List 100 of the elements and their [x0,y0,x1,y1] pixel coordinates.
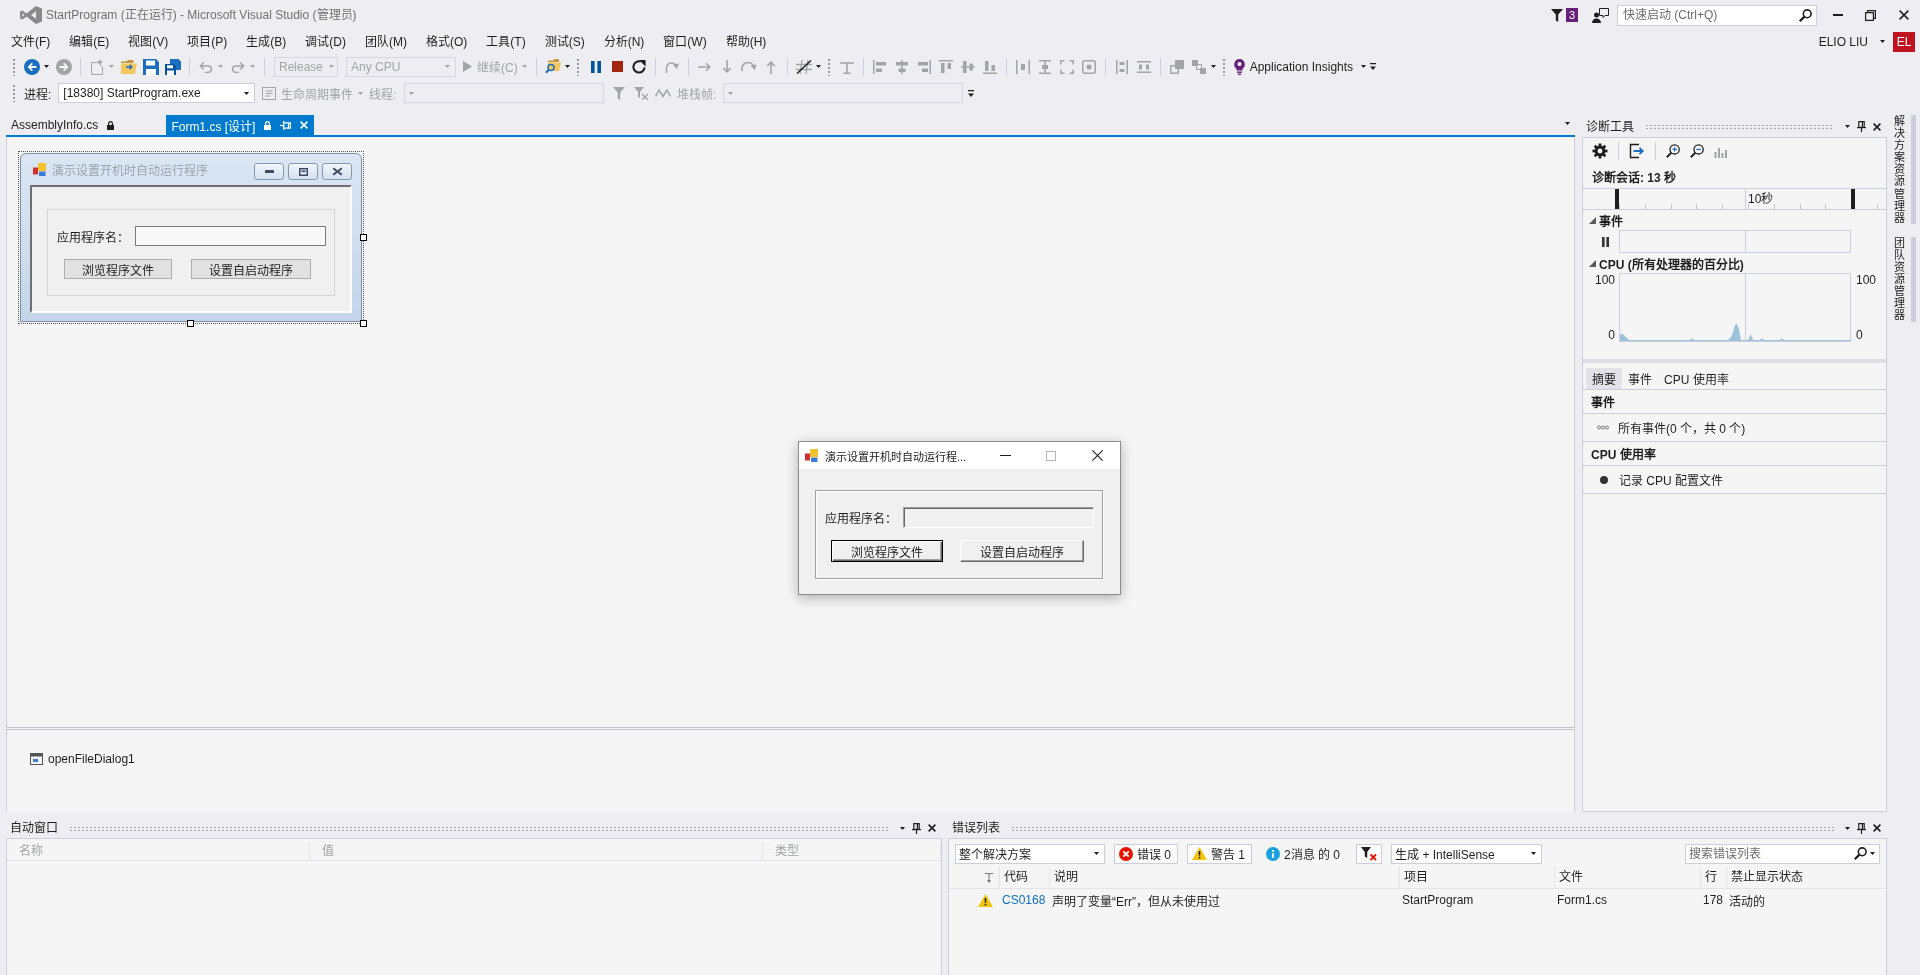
left-arrow-circle-icon[interactable] [24,58,40,75]
export-arrow-icon[interactable] [1629,143,1645,159]
column-header[interactable]: 说明 [1049,867,1399,888]
user-avatar[interactable]: EL [1893,31,1915,52]
expander-icon[interactable] [1589,259,1596,267]
horizontal-bars-icon[interactable] [1136,60,1151,73]
menu-item[interactable]: 帮助(H) [718,31,774,52]
menu-item[interactable]: 窗口(W) [656,31,714,52]
filter-toggle[interactable]: 警告 1 [1187,843,1253,864]
curved-arrow-icon[interactable] [664,60,679,73]
menu-item[interactable]: 工具(T) [479,31,533,52]
grip-handle[interactable] [12,57,16,76]
arc-arrow-icon[interactable] [740,60,757,73]
right-arrow-icon[interactable] [697,61,712,72]
folder-icon[interactable] [121,59,137,74]
pin-icon[interactable] [1857,121,1866,132]
close-icon[interactable] [928,824,936,832]
resize-handle[interactable] [360,320,367,327]
close-icon[interactable] [1873,824,1881,832]
column-sort-icon[interactable] [985,872,993,883]
timeline-marker[interactable] [1615,189,1619,209]
menu-item[interactable]: 生成(B) [239,31,294,52]
form-window[interactable]: 演示设置开机时自动运行程序 应用程序名： 浏览程序文件 设置自启动程序 [20,153,362,322]
bar-caret-icon[interactable] [1370,63,1377,70]
zigzag-icon[interactable] [654,88,671,98]
panel-tab[interactable]: 摘要 [1586,368,1622,389]
up-arrow-icon[interactable] [765,59,776,74]
side-tab[interactable]: 团队资源管理器 [1894,236,1916,322]
align-top-icon[interactable] [938,59,953,74]
autostart-button[interactable]: 设置自启动程序 [191,259,311,279]
settings-icon[interactable] [1592,143,1608,159]
right-arrow-circle-icon[interactable] [56,58,72,75]
pin-icon[interactable] [1857,822,1866,834]
app-window[interactable]: 演示设置开机时自动运行程... 应用程序名： 浏览程序文件 设置自启动程序 [798,441,1121,595]
insights-button[interactable]: Application Insights [1230,56,1370,77]
i-beam-icon[interactable] [1037,59,1052,74]
column-header[interactable]: 禁止显示状态 [1726,867,1886,888]
summary-link[interactable]: 所有事件(0 个，共 0 个) [1618,419,1746,436]
menu-item[interactable]: 项目(P) [180,31,235,52]
menu-item[interactable]: 分析(N) [596,31,652,52]
caret-icon[interactable] [44,65,49,68]
column-header[interactable]: 行 [1700,867,1726,888]
pause-icon[interactable] [1602,236,1609,247]
panel-tab[interactable]: CPU 使用率 [1658,368,1735,389]
floppy-disks-icon[interactable] [165,58,181,75]
pause-icon[interactable] [590,60,601,73]
caret-icon[interactable] [1565,122,1570,125]
filter-toggle[interactable]: 错误 0 [1114,843,1178,864]
resize-handle[interactable] [360,233,367,241]
down-arrow-icon[interactable] [721,59,732,74]
align-left-icon[interactable] [872,59,887,74]
person-speech-bubble-icon[interactable] [1592,7,1609,23]
resize-handle[interactable] [187,320,194,327]
menu-item[interactable]: 格式(O) [419,31,475,52]
process-dropdown[interactable]: [18380] StartProgram.exe [58,83,256,103]
overlapping-squares-icon[interactable] [1169,59,1184,74]
corner-brackets-icon[interactable] [1059,59,1074,74]
maximize-button[interactable] [288,163,318,180]
caret-icon[interactable] [1880,40,1885,43]
menu-item[interactable]: 视图(V) [121,31,176,52]
menu-item[interactable]: 调试(D) [298,31,353,52]
horizontal-spacing-icon[interactable] [1015,59,1030,74]
column-header[interactable]: 文件 [1554,867,1700,888]
text-field[interactable] [903,507,1094,528]
menu-item[interactable]: 文件(F) [4,31,58,52]
align-bottom-icon[interactable] [982,59,997,74]
summary-link[interactable]: 记录 CPU 配置文件 [1619,471,1723,488]
zoom-out-icon[interactable] [1690,144,1704,158]
browse-button[interactable]: 浏览程序文件 [831,540,943,562]
side-tab[interactable]: 解决方案资源管理器 [1894,115,1916,224]
menu-item[interactable]: 编辑(E) [62,31,117,52]
t-bar-icon[interactable] [839,59,854,74]
menu-item[interactable]: 测试(S) [537,31,592,52]
undo-arrow-icon[interactable] [199,60,213,73]
vertical-spacing-icon[interactable] [1115,59,1128,74]
user-name[interactable]: ELIO LIU [1818,31,1868,52]
align-center-icon[interactable] [894,59,909,74]
panel-tab[interactable]: 事件 [1622,368,1658,389]
column-header[interactable]: 项目 [1399,867,1554,888]
menu-item[interactable]: 团队(M) [358,31,414,52]
error-code-link[interactable]: CS0168 [1002,893,1046,907]
close-icon[interactable] [1873,122,1881,131]
align-middle-icon[interactable] [960,59,975,74]
crossed-grid-icon[interactable] [795,59,812,74]
browse-button[interactable]: 浏览程序文件 [64,259,172,279]
zoom-in-icon[interactable] [1666,144,1680,158]
caret-icon[interactable] [1210,65,1216,68]
funnel-icon[interactable] [1550,8,1563,22]
bar-caret-icon[interactable] [968,89,975,97]
stop-icon[interactable] [611,61,623,72]
caret-icon[interactable] [815,65,821,68]
column-header[interactable]: 代码 [999,867,1049,888]
expander-icon[interactable] [1589,216,1596,224]
pin-icon[interactable] [912,822,921,834]
caret-icon[interactable] [1845,826,1850,830]
minimize-button[interactable] [254,163,284,180]
funnel-cross-icon[interactable] [633,86,648,100]
redo-arrow-icon[interactable] [231,60,245,73]
source-dropdown[interactable]: 生成 + IntelliSense [1391,843,1543,864]
timeline-marker[interactable] [1851,189,1855,209]
